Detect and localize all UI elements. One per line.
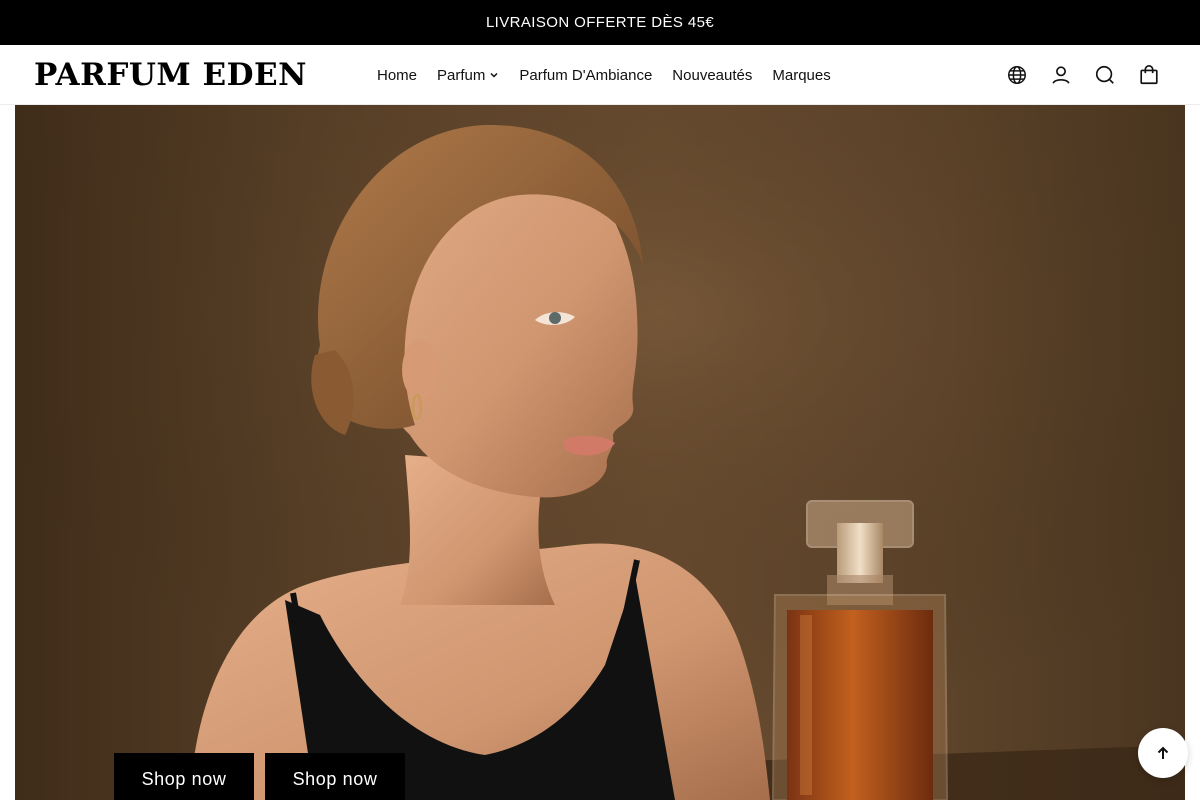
nav-item-parfum[interactable]: Parfum [437, 67, 499, 84]
shop-now-button[interactable]: Shop now [114, 753, 254, 800]
nav-label: Parfum D'Ambiance [519, 66, 653, 84]
nav-label: Nouveautés [672, 66, 753, 84]
main-nav: Home Parfum Parfum D'Ambiance Nouveautés… [377, 45, 831, 105]
nav-item-home[interactable]: Home [377, 67, 417, 84]
nav-item-parfum-ambiance[interactable]: Parfum D'Ambiance [519, 67, 652, 84]
scroll-to-top-button[interactable] [1138, 728, 1188, 778]
nav-label: Parfum [437, 66, 486, 84]
nav-label: Marques [772, 66, 831, 84]
announcement-bar: LIVRAISON OFFERTE DÈS 45€ [0, 0, 1200, 45]
chevron-down-icon [490, 72, 498, 78]
arrow-up-icon [1157, 746, 1169, 759]
header-icons [1006, 45, 1160, 105]
nav-item-nouveautes[interactable]: Nouveautés [672, 67, 752, 84]
site-header: PARFUM EDEN Home Parfum Parfum D'Ambianc… [0, 45, 1200, 105]
announcement-text: LIVRAISON OFFERTE DÈS 45€ [485, 14, 715, 31]
account-icon[interactable] [1050, 64, 1072, 86]
site-logo[interactable]: PARFUM EDEN [34, 58, 307, 92]
hero-image [15, 105, 1185, 800]
nav-item-marques[interactable]: Marques [772, 67, 830, 84]
nav-label: Home [377, 66, 418, 84]
hero-banner: Shop now Shop now [15, 105, 1185, 800]
search-icon[interactable] [1094, 64, 1116, 86]
globe-icon[interactable] [1006, 64, 1028, 86]
cart-icon[interactable] [1138, 64, 1160, 86]
shop-now-button-secondary[interactable]: Shop now [265, 753, 405, 800]
